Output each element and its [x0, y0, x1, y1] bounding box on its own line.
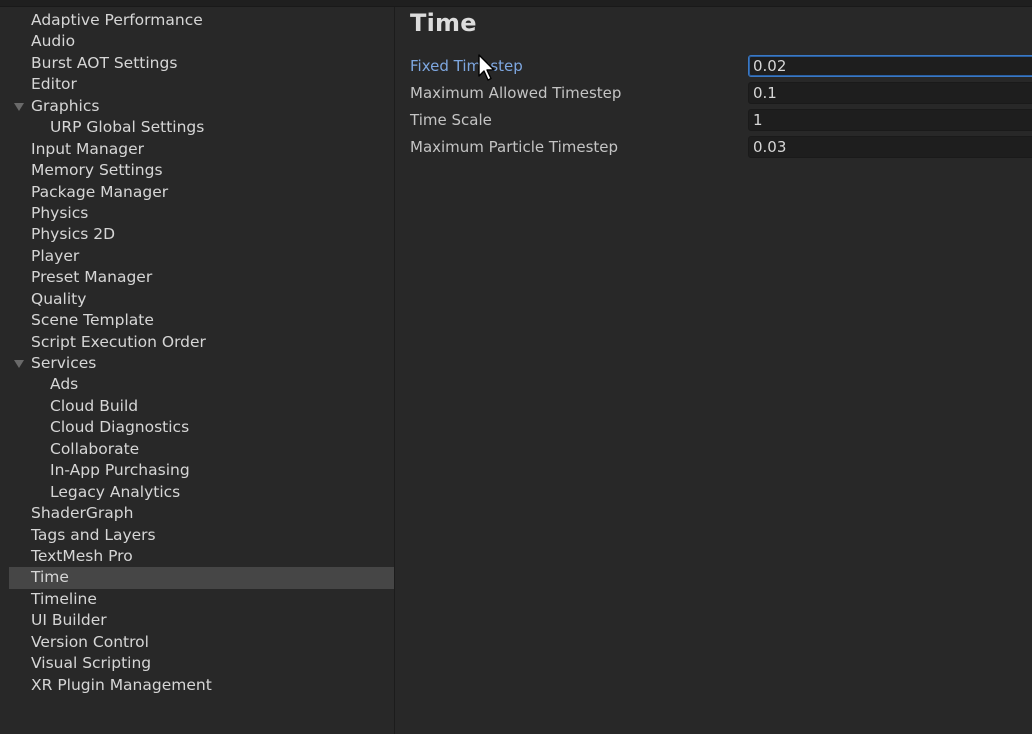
sidebar-item-physics[interactable]: Physics	[9, 203, 394, 224]
sidebar-item-version-control[interactable]: Version Control	[9, 632, 394, 653]
sidebar-item-label: Audio	[31, 32, 76, 51]
sidebar-item-ui-builder[interactable]: UI Builder	[9, 610, 394, 631]
sidebar-item-label: Tags and Layers	[31, 525, 156, 544]
setting-row-fixed-timestep: Fixed Timestep	[410, 54, 1032, 81]
sidebar-item-textmesh-pro[interactable]: TextMesh Pro	[9, 546, 394, 567]
sidebar-item-input-manager[interactable]: Input Manager	[9, 139, 394, 160]
sidebar-item-label: ShaderGraph	[31, 504, 134, 523]
sidebar-item-label: Visual Scripting	[31, 654, 152, 673]
sidebar-item-urp-global-settings[interactable]: URP Global Settings	[9, 117, 394, 138]
setting-row-maximum-allowed-timestep: Maximum Allowed Timestep	[410, 81, 1032, 108]
sidebar-item-adaptive-performance[interactable]: Adaptive Performance	[9, 10, 394, 31]
time-scale-field[interactable]	[748, 109, 1032, 131]
sidebar-item-label: Input Manager	[31, 139, 145, 158]
sidebar-item-burst-aot-settings[interactable]: Burst AOT Settings	[9, 53, 394, 74]
sidebar-item-label: Package Manager	[31, 182, 169, 201]
maximum-allowed-timestep-field[interactable]	[748, 82, 1032, 104]
sidebar-item-label: Timeline	[31, 589, 97, 608]
sidebar-item-quality[interactable]: Quality	[9, 289, 394, 310]
sidebar-item-editor[interactable]: Editor	[9, 74, 394, 95]
sidebar-item-package-manager[interactable]: Package Manager	[9, 182, 394, 203]
sidebar-item-ads[interactable]: Ads	[9, 374, 394, 395]
sidebar-item-label: XR Plugin Management	[31, 675, 212, 694]
sidebar-item-label: UI Builder	[31, 611, 107, 630]
time-settings-list: Fixed Timestep Maximum Allowed Timestep …	[410, 54, 1032, 162]
sidebar-item-label: Burst AOT Settings	[31, 53, 178, 72]
project-settings-window: Adaptive Performance Audio Burst AOT Set…	[0, 0, 1032, 734]
sidebar-item-label: Legacy Analytics	[50, 482, 181, 501]
sidebar-item-time[interactable]: Time	[9, 567, 394, 589]
sidebar-item-scene-template[interactable]: Scene Template	[9, 310, 394, 331]
sidebar-item-collaborate[interactable]: Collaborate	[9, 439, 394, 460]
sidebar-item-label: Quality	[31, 289, 87, 308]
settings-content-panel: Time Fixed Timestep Maximum Allowed Time…	[395, 7, 1032, 734]
sidebar-item-visual-scripting[interactable]: Visual Scripting	[9, 653, 394, 674]
sidebar-item-label: Editor	[31, 75, 77, 94]
time-scale-label[interactable]: Time Scale	[410, 111, 492, 129]
sidebar-item-label: Cloud Build	[50, 396, 139, 415]
sidebar-item-shadergraph[interactable]: ShaderGraph	[9, 503, 394, 524]
sidebar-item-label: URP Global Settings	[50, 118, 205, 137]
sidebar-item-preset-manager[interactable]: Preset Manager	[9, 267, 394, 288]
maximum-particle-timestep-label[interactable]: Maximum Particle Timestep	[410, 138, 618, 156]
sidebar-item-label: Version Control	[31, 632, 149, 651]
sidebar-item-cloud-diagnostics[interactable]: Cloud Diagnostics	[9, 417, 394, 438]
sidebar-item-label: In-App Purchasing	[50, 461, 190, 480]
sidebar-item-memory-settings[interactable]: Memory Settings	[9, 160, 394, 181]
sidebar-item-services[interactable]: Services	[9, 353, 394, 374]
sidebar-item-xr-plugin-management[interactable]: XR Plugin Management	[9, 675, 394, 696]
fixed-timestep-label[interactable]: Fixed Timestep	[410, 57, 523, 75]
sidebar-item-player[interactable]: Player	[9, 246, 394, 267]
window-top-border	[0, 0, 1032, 7]
sidebar-item-label: Script Execution Order	[31, 332, 206, 351]
page-title: Time	[410, 9, 477, 37]
sidebar-item-label: Player	[31, 246, 80, 265]
setting-row-maximum-particle-timestep: Maximum Particle Timestep	[410, 135, 1032, 162]
sidebar-item-timeline[interactable]: Timeline	[9, 589, 394, 610]
sidebar-item-label: Cloud Diagnostics	[50, 418, 190, 437]
sidebar-item-label: Time	[31, 568, 69, 587]
triangle-down-icon[interactable]	[14, 102, 24, 111]
sidebar-item-physics-2d[interactable]: Physics 2D	[9, 224, 394, 245]
sidebar-item-label: Physics	[31, 203, 89, 222]
settings-sidebar: Adaptive Performance Audio Burst AOT Set…	[0, 7, 395, 734]
sidebar-item-label: Memory Settings	[31, 161, 163, 180]
sidebar-item-label: Ads	[50, 375, 79, 394]
sidebar-item-graphics[interactable]: Graphics	[9, 96, 394, 117]
sidebar-item-label: Preset Manager	[31, 268, 153, 287]
sidebar-item-label: TextMesh Pro	[31, 546, 133, 565]
sidebar-item-audio[interactable]: Audio	[9, 31, 394, 52]
sidebar-item-tags-and-layers[interactable]: Tags and Layers	[9, 525, 394, 546]
sidebar-item-in-app-purchasing[interactable]: In-App Purchasing	[9, 460, 394, 481]
sidebar-item-label: Physics 2D	[31, 225, 116, 244]
sidebar-list: Adaptive Performance Audio Burst AOT Set…	[9, 10, 394, 696]
sidebar-item-label: Adaptive Performance	[31, 11, 203, 29]
triangle-down-icon[interactable]	[14, 360, 24, 368]
fixed-timestep-field[interactable]	[748, 55, 1032, 77]
sidebar-item-legacy-analytics[interactable]: Legacy Analytics	[9, 482, 394, 503]
maximum-allowed-timestep-label[interactable]: Maximum Allowed Timestep	[410, 84, 621, 102]
sidebar-item-cloud-build[interactable]: Cloud Build	[9, 396, 394, 417]
sidebar-item-script-execution-order[interactable]: Script Execution Order	[9, 332, 394, 353]
sidebar-item-label: Scene Template	[31, 311, 154, 330]
sidebar-item-label: Collaborate	[50, 439, 140, 458]
maximum-particle-timestep-field[interactable]	[748, 136, 1032, 158]
setting-row-time-scale: Time Scale	[410, 108, 1032, 135]
